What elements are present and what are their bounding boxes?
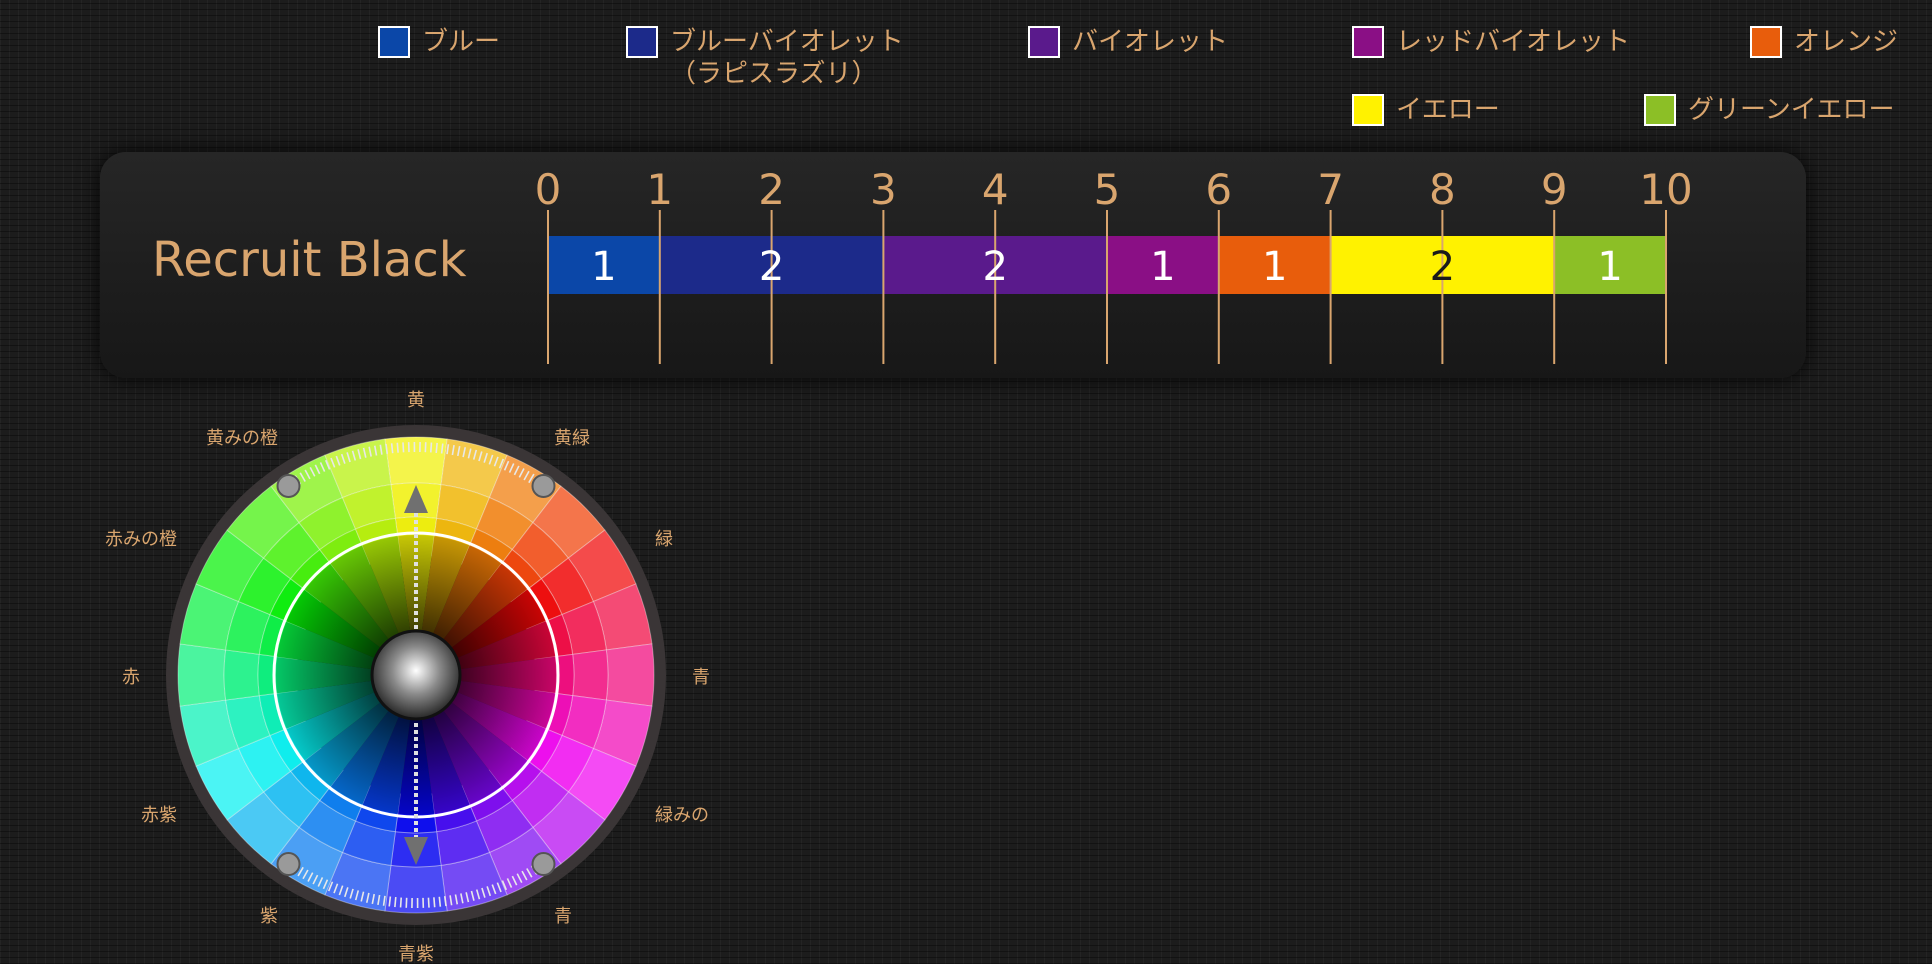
scale-tick-label: 7 (1317, 165, 1344, 214)
wheel-hatch (440, 443, 444, 454)
wheel-hue-label: 赤 (122, 667, 140, 688)
wheel-hatch (435, 442, 438, 453)
wheel-hatch (388, 896, 392, 907)
wheel-knob (531, 473, 556, 498)
scale-segment-value: 1 (1597, 244, 1622, 290)
scale-tick-label: 3 (870, 165, 897, 214)
wheel-segment (605, 643, 655, 707)
scale-segment-value: 1 (1262, 244, 1287, 290)
wheel-hue-label: 青緑 (692, 667, 710, 688)
wheel-hue-label: 紫 (260, 906, 278, 927)
color-wheel-graphic: 黄黄緑緑青緑緑みの青青青紫 紫 赤紫 赤 赤みの橙 黄みの橙 (105, 390, 710, 964)
wheel-segment (572, 649, 609, 701)
wheel-hue-label: 緑みの青 (655, 805, 710, 826)
wheel-segment (177, 643, 227, 707)
color-wheel: 黄黄緑緑青緑緑みの青青青紫 紫 赤紫 赤 赤みの橙 黄みの橙 (90, 384, 710, 964)
scale-tick-label: 0 (535, 165, 562, 214)
wheel-hue-label: 青紫 (398, 944, 434, 964)
scale-tick-label: 9 (1541, 165, 1568, 214)
scale-segment-value: 2 (759, 244, 784, 290)
wheel-knob (276, 473, 301, 498)
wheel-hue-label: 黄 (407, 390, 425, 411)
scale-tick-label: 6 (1205, 165, 1232, 214)
wheel-hatch (427, 897, 430, 908)
color-scale: 0 1 2 3 4 5 6 7 8 9 101 2 2 1 1 2 1 (535, 165, 1693, 364)
scale-segment-value: 2 (982, 244, 1007, 290)
wheel-hue-label: 黄みの橙 (206, 428, 278, 449)
wheel-segment (223, 649, 260, 701)
wheel-hatch (438, 896, 442, 907)
scale-tick-label: 5 (1094, 165, 1121, 214)
scale-segment-value: 2 (1430, 244, 1455, 290)
wheel-hatch (390, 443, 394, 454)
wheel-hue-label: 赤紫 (141, 805, 177, 826)
wheel-hub (370, 629, 462, 721)
wheel-hatch (433, 897, 436, 908)
scale-segment-value: 1 (1150, 244, 1175, 290)
wheel-knob (531, 852, 556, 877)
wheel-hue-label: 緑 (655, 529, 673, 550)
wheel-hue-label: 青 (554, 906, 572, 927)
wheel-knob (276, 852, 301, 877)
scale-tick-label: 4 (982, 165, 1009, 214)
wheel-hatch (429, 442, 433, 453)
wheel-hatch (396, 442, 399, 453)
wheel-hue-label: 黄緑 (554, 428, 590, 449)
scale-tick-label: 2 (758, 165, 785, 214)
wheel-hatch (394, 897, 397, 908)
scale-tick-label: 10 (1639, 165, 1692, 214)
wheel-hatch (402, 442, 405, 453)
scale-tick-label: 8 (1429, 165, 1456, 214)
wheel-hatch (399, 897, 403, 908)
scale-tick-label: 1 (646, 165, 673, 214)
scale-segment-value: 1 (591, 244, 616, 290)
wheel-hue-label: 赤みの橙 (105, 529, 177, 550)
